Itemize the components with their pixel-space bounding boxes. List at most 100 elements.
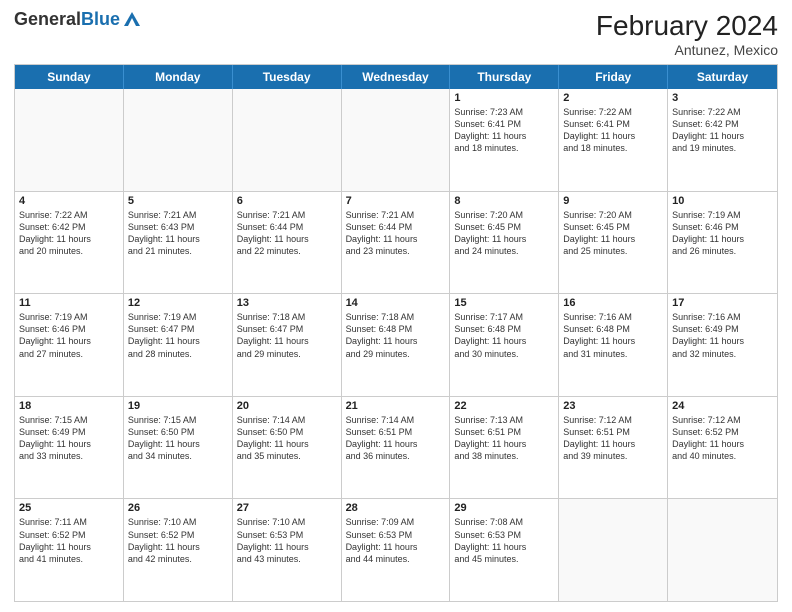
day-info: Sunrise: 7:21 AM Sunset: 6:43 PM Dayligh… bbox=[128, 209, 228, 258]
day-info: Sunrise: 7:12 AM Sunset: 6:51 PM Dayligh… bbox=[563, 414, 663, 463]
day-info: Sunrise: 7:15 AM Sunset: 6:49 PM Dayligh… bbox=[19, 414, 119, 463]
day-info: Sunrise: 7:09 AM Sunset: 6:53 PM Dayligh… bbox=[346, 516, 446, 565]
day-number: 20 bbox=[237, 400, 337, 412]
day-info: Sunrise: 7:13 AM Sunset: 6:51 PM Dayligh… bbox=[454, 414, 554, 463]
logo-blue: Blue bbox=[81, 9, 120, 29]
day-number: 13 bbox=[237, 297, 337, 309]
day-number: 27 bbox=[237, 502, 337, 514]
day-info: Sunrise: 7:10 AM Sunset: 6:52 PM Dayligh… bbox=[128, 516, 228, 565]
weekday-sunday: Sunday bbox=[15, 65, 124, 89]
day-number: 17 bbox=[672, 297, 773, 309]
page: GeneralBlue February 2024 Antunez, Mexic… bbox=[0, 0, 792, 612]
calendar-cell-r3-c2: 20Sunrise: 7:14 AM Sunset: 6:50 PM Dayli… bbox=[233, 397, 342, 499]
calendar-header: Sunday Monday Tuesday Wednesday Thursday… bbox=[15, 65, 777, 89]
day-number: 21 bbox=[346, 400, 446, 412]
day-number: 5 bbox=[128, 195, 228, 207]
day-number: 29 bbox=[454, 502, 554, 514]
day-info: Sunrise: 7:11 AM Sunset: 6:52 PM Dayligh… bbox=[19, 516, 119, 565]
day-number: 14 bbox=[346, 297, 446, 309]
calendar-cell-r0-c2 bbox=[233, 89, 342, 191]
calendar-row-3: 18 Sunrise: 7:15 AM Sunset: 6:49 PM Dayli… bbox=[15, 397, 777, 500]
logo-text: GeneralBlue bbox=[14, 10, 120, 30]
day-number: 6 bbox=[237, 195, 337, 207]
calendar-cell-r1-c4: 8 Sunrise: 7:20 AM Sunset: 6:45 PM Daylig… bbox=[450, 192, 559, 294]
calendar-cell-r3-c0: 18 Sunrise: 7:15 AM Sunset: 6:49 PM Dayli… bbox=[15, 397, 124, 499]
logo-icon bbox=[122, 10, 142, 30]
day-info: Sunrise: 7:18 AM Sunset: 6:47 PM Dayligh… bbox=[237, 311, 337, 360]
day-info: Sunrise: 7:22 AM Sunset: 6:41 PM Dayligh… bbox=[563, 106, 663, 155]
weekday-saturday: Saturday bbox=[668, 65, 777, 89]
day-number: 25 bbox=[19, 502, 119, 514]
day-info: Sunrise: 7:20 AM Sunset: 6:45 PM Dayligh… bbox=[563, 209, 663, 258]
day-info: Sunrise: 7:19 AM Sunset: 6:46 PM Dayligh… bbox=[19, 311, 119, 360]
calendar-cell-r2-c4: 15Sunrise: 7:17 AM Sunset: 6:48 PM Dayli… bbox=[450, 294, 559, 396]
calendar-cell-r0-c3 bbox=[342, 89, 451, 191]
day-number: 12 bbox=[128, 297, 228, 309]
calendar-cell-r4-c4: 29 Sunrise: 7:08 AM Sunset: 6:53 PM Dayli… bbox=[450, 499, 559, 601]
day-info: Sunrise: 7:15 AM Sunset: 6:50 PM Dayligh… bbox=[128, 414, 228, 463]
day-info: Sunrise: 7:23 AM Sunset: 6:41 PM Dayligh… bbox=[454, 106, 554, 155]
day-info: Sunrise: 7:12 AM Sunset: 6:52 PM Dayligh… bbox=[672, 414, 773, 463]
day-number: 9 bbox=[563, 195, 663, 207]
weekday-monday: Monday bbox=[124, 65, 233, 89]
weekday-friday: Friday bbox=[559, 65, 668, 89]
calendar-cell-r0-c1 bbox=[124, 89, 233, 191]
calendar-cell-r1-c3: 7 Sunrise: 7:21 AM Sunset: 6:44 PM Daylig… bbox=[342, 192, 451, 294]
weekday-thursday: Thursday bbox=[450, 65, 559, 89]
calendar-body: 1 Sunrise: 7:23 AM Sunset: 6:41 PM Daylig… bbox=[15, 89, 777, 601]
calendar-cell-r4-c2: 27 Sunrise: 7:10 AM Sunset: 6:53 PM Dayli… bbox=[233, 499, 342, 601]
logo-general: General bbox=[14, 9, 81, 29]
logo: GeneralBlue bbox=[14, 10, 142, 30]
day-info: Sunrise: 7:16 AM Sunset: 6:49 PM Dayligh… bbox=[672, 311, 773, 360]
calendar-cell-r1-c5: 9 Sunrise: 7:20 AM Sunset: 6:45 PM Daylig… bbox=[559, 192, 668, 294]
day-info: Sunrise: 7:17 AM Sunset: 6:48 PM Dayligh… bbox=[454, 311, 554, 360]
calendar-cell-r2-c3: 14Sunrise: 7:18 AM Sunset: 6:48 PM Dayli… bbox=[342, 294, 451, 396]
day-number: 23 bbox=[563, 400, 663, 412]
location: Antunez, Mexico bbox=[596, 42, 778, 58]
calendar-cell-r2-c5: 16Sunrise: 7:16 AM Sunset: 6:48 PM Dayli… bbox=[559, 294, 668, 396]
day-info: Sunrise: 7:21 AM Sunset: 6:44 PM Dayligh… bbox=[237, 209, 337, 258]
weekday-tuesday: Tuesday bbox=[233, 65, 342, 89]
calendar-row-4: 25 Sunrise: 7:11 AM Sunset: 6:52 PM Dayli… bbox=[15, 499, 777, 601]
header: GeneralBlue February 2024 Antunez, Mexic… bbox=[14, 10, 778, 58]
calendar-row-0: 1 Sunrise: 7:23 AM Sunset: 6:41 PM Daylig… bbox=[15, 89, 777, 192]
day-number: 19 bbox=[128, 400, 228, 412]
calendar-cell-r4-c5 bbox=[559, 499, 668, 601]
day-number: 1 bbox=[454, 92, 554, 104]
day-number: 24 bbox=[672, 400, 773, 412]
day-number: 22 bbox=[454, 400, 554, 412]
day-number: 8 bbox=[454, 195, 554, 207]
calendar-cell-r1-c1: 5 Sunrise: 7:21 AM Sunset: 6:43 PM Daylig… bbox=[124, 192, 233, 294]
day-number: 16 bbox=[563, 297, 663, 309]
day-number: 18 bbox=[19, 400, 119, 412]
day-info: Sunrise: 7:22 AM Sunset: 6:42 PM Dayligh… bbox=[672, 106, 773, 155]
title-block: February 2024 Antunez, Mexico bbox=[596, 10, 778, 58]
calendar-cell-r3-c1: 19 Sunrise: 7:15 AM Sunset: 6:50 PM Dayli… bbox=[124, 397, 233, 499]
calendar-cell-r4-c1: 26 Sunrise: 7:10 AM Sunset: 6:52 PM Dayli… bbox=[124, 499, 233, 601]
calendar-cell-r0-c6: 3Sunrise: 7:22 AM Sunset: 6:42 PM Daylig… bbox=[668, 89, 777, 191]
calendar-cell-r0-c0 bbox=[15, 89, 124, 191]
day-number: 28 bbox=[346, 502, 446, 514]
calendar-cell-r1-c0: 4Sunrise: 7:22 AM Sunset: 6:42 PM Daylig… bbox=[15, 192, 124, 294]
day-info: Sunrise: 7:08 AM Sunset: 6:53 PM Dayligh… bbox=[454, 516, 554, 565]
calendar: Sunday Monday Tuesday Wednesday Thursday… bbox=[14, 64, 778, 602]
day-info: Sunrise: 7:14 AM Sunset: 6:51 PM Dayligh… bbox=[346, 414, 446, 463]
calendar-cell-r2-c6: 17 Sunrise: 7:16 AM Sunset: 6:49 PM Dayli… bbox=[668, 294, 777, 396]
day-info: Sunrise: 7:19 AM Sunset: 6:46 PM Dayligh… bbox=[672, 209, 773, 258]
day-number: 2 bbox=[563, 92, 663, 104]
calendar-cell-r2-c0: 11 Sunrise: 7:19 AM Sunset: 6:46 PM Dayli… bbox=[15, 294, 124, 396]
calendar-cell-r2-c1: 12 Sunrise: 7:19 AM Sunset: 6:47 PM Dayli… bbox=[124, 294, 233, 396]
weekday-wednesday: Wednesday bbox=[342, 65, 451, 89]
day-number: 7 bbox=[346, 195, 446, 207]
day-info: Sunrise: 7:19 AM Sunset: 6:47 PM Dayligh… bbox=[128, 311, 228, 360]
calendar-cell-r3-c6: 24 Sunrise: 7:12 AM Sunset: 6:52 PM Dayli… bbox=[668, 397, 777, 499]
day-number: 26 bbox=[128, 502, 228, 514]
calendar-cell-r4-c3: 28 Sunrise: 7:09 AM Sunset: 6:53 PM Dayli… bbox=[342, 499, 451, 601]
day-number: 11 bbox=[19, 297, 119, 309]
day-info: Sunrise: 7:20 AM Sunset: 6:45 PM Dayligh… bbox=[454, 209, 554, 258]
calendar-cell-r1-c6: 10Sunrise: 7:19 AM Sunset: 6:46 PM Dayli… bbox=[668, 192, 777, 294]
day-info: Sunrise: 7:21 AM Sunset: 6:44 PM Dayligh… bbox=[346, 209, 446, 258]
day-info: Sunrise: 7:10 AM Sunset: 6:53 PM Dayligh… bbox=[237, 516, 337, 565]
calendar-cell-r4-c6 bbox=[668, 499, 777, 601]
calendar-cell-r0-c4: 1 Sunrise: 7:23 AM Sunset: 6:41 PM Daylig… bbox=[450, 89, 559, 191]
